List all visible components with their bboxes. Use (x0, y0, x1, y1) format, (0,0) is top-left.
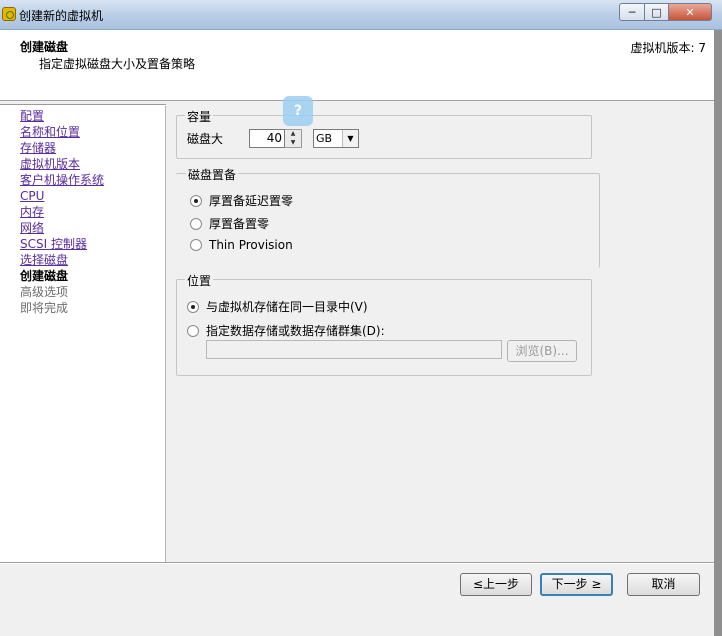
vm-version-label: 虚拟机版本: 7 (630, 41, 707, 55)
provisioning-option[interactable]: 厚置备延迟置零 (190, 192, 293, 209)
provisioning-option-label: Thin Provision (209, 238, 293, 252)
wizard-window: 创建新的虚拟机 ─ □ ✕ 创建磁盘 指定虚拟磁盘大小及置备策略 虚拟机版本: … (0, 0, 722, 636)
location-same-dir-label: 与虚拟机存储在同一目录中(V) (206, 300, 368, 314)
background-window-edge (714, 30, 722, 636)
nav-step-item[interactable]: 选择磁盘 (20, 252, 104, 268)
nav-step-item[interactable]: 名称和位置 (20, 124, 104, 140)
disk-size-spin-buttons[interactable]: ▲ ▼ (285, 129, 302, 148)
main-content: 容量 磁盘大 40 ▲ ▼ GB ▼ 磁盘置备 厚置备延迟置零 厚置备置零 Thin… (167, 104, 714, 562)
window-controls: ─ □ ✕ (619, 3, 712, 21)
cancel-button[interactable]: 取消 (627, 573, 700, 596)
provisioning-radio[interactable] (190, 194, 202, 207)
provisioning-option-label: 厚置备置零 (209, 217, 270, 231)
back-button[interactable]: ≤上一步 (460, 573, 532, 596)
location-same-dir-radio[interactable] (187, 300, 199, 313)
nav-step-item[interactable]: 虚拟机版本 (20, 156, 104, 172)
location-same-dir-option[interactable]: 与虚拟机存储在同一目录中(V) (187, 298, 368, 315)
nav-step-item[interactable]: 客户机操作系统 (20, 172, 104, 188)
location-specify-option[interactable]: 指定数据存储或数据存储群集(D): (187, 322, 385, 339)
wizard-header: 创建磁盘 指定虚拟磁盘大小及置备策略 虚拟机版本: 7 (0, 30, 714, 101)
maximize-icon: □ (651, 5, 662, 19)
nav-step-item[interactable]: 配置 (20, 108, 104, 124)
spin-up-icon[interactable]: ▲ (285, 130, 301, 139)
disk-size-label-text: 磁盘大 (187, 132, 224, 146)
disk-unit-value: GB (316, 132, 333, 145)
provisioning-option-label: 厚置备延迟置零 (209, 194, 294, 208)
minimize-button[interactable]: ─ (619, 3, 645, 21)
close-button[interactable]: ✕ (668, 3, 712, 21)
nav-step-item: 高级选项 (20, 285, 69, 299)
title-bar[interactable]: 创建新的虚拟机 ─ □ ✕ (0, 0, 722, 30)
datastore-path-input (206, 340, 502, 359)
chevron-down-icon[interactable]: ▼ (342, 130, 358, 147)
vsphere-app-icon (2, 7, 16, 21)
capacity-group: 容量 磁盘大 40 ▲ ▼ GB ▼ (176, 108, 592, 159)
nav-step-item[interactable]: 存储器 (20, 140, 104, 156)
provisioning-option[interactable]: Thin Provision (190, 238, 293, 252)
nav-step-item[interactable]: 内存 (20, 204, 104, 220)
nav-step-item[interactable]: SCSI 控制器 (20, 236, 104, 252)
next-button[interactable]: 下一步 ≥ (540, 573, 613, 596)
location-specify-radio[interactable] (187, 324, 199, 337)
provisioning-radio[interactable] (190, 239, 202, 251)
page-subtitle: 指定虚拟磁盘大小及置备策略 (39, 57, 196, 71)
nav-step-item: 创建磁盘 (20, 269, 69, 283)
nav-step-item[interactable]: 网络 (20, 220, 104, 236)
capacity-legend: 容量 (185, 108, 214, 125)
disk-size-input[interactable]: 40 (249, 129, 285, 148)
window-title: 创建新的虚拟机 (19, 9, 104, 23)
location-legend: 位置 (185, 272, 214, 289)
browse-button: 浏览(B)... (507, 340, 577, 362)
disk-size-label: 磁盘大 (187, 130, 223, 147)
spin-down-icon[interactable]: ▼ (285, 139, 301, 148)
minimize-icon: ─ (628, 5, 636, 19)
provisioning-group: 磁盘置备 厚置备延迟置零 厚置备置零 Thin Provision (176, 166, 600, 268)
wizard-steps-nav: 配置 名称和位置 存储器 虚拟机版本 客户机操作系统 CPU 内存 网络 SCSI 控制器 选择磁… (0, 104, 166, 562)
disk-size-stepper[interactable]: 40 ▲ ▼ (249, 129, 302, 148)
close-icon: ✕ (685, 5, 695, 19)
provisioning-radio[interactable] (190, 217, 202, 230)
nav-step-item[interactable]: CPU (20, 188, 104, 204)
nav-divider (0, 104, 166, 106)
floating-helper-icon[interactable]: ? (283, 96, 313, 126)
nav-step-item: 即将完成 (20, 301, 69, 315)
wizard-footer: ≤上一步 下一步 ≥ 取消 (0, 564, 714, 636)
maximize-button[interactable]: □ (644, 3, 669, 21)
disk-unit-select[interactable]: GB ▼ (313, 129, 359, 148)
page-title: 创建磁盘 (20, 40, 69, 54)
provisioning-option[interactable]: 厚置备置零 (190, 215, 269, 232)
steps-list: 配置 名称和位置 存储器 虚拟机版本 客户机操作系统 CPU 内存 网络 SCSI 控制器 选择磁… (20, 108, 104, 316)
provisioning-legend: 磁盘置备 (186, 166, 239, 183)
location-specify-label: 指定数据存储或数据存储群集(D): (206, 324, 385, 338)
location-group: 位置 与虚拟机存储在同一目录中(V) 指定数据存储或数据存储群集(D): 浏览(… (176, 272, 592, 376)
